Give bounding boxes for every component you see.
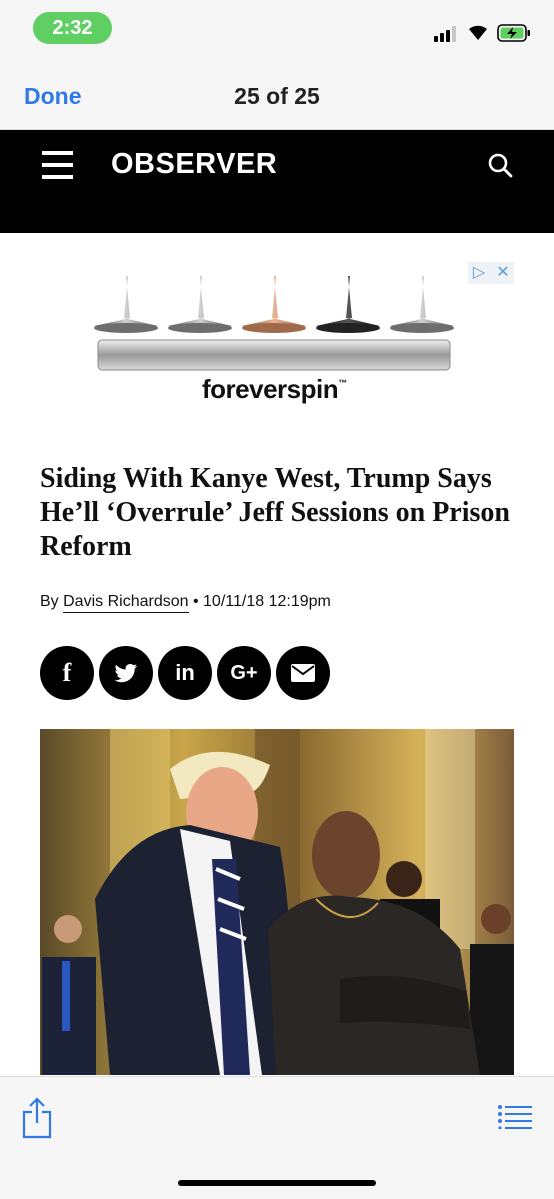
spinning-top-1: [94, 276, 158, 333]
home-indicator[interactable]: [178, 1180, 376, 1186]
page-counter: 25 of 25: [234, 83, 320, 109]
site-logo[interactable]: OBSERVER: [111, 148, 277, 181]
email-icon[interactable]: [276, 646, 330, 700]
site-header: OBSERVER: [0, 130, 554, 233]
ad-brand[interactable]: foreverspin™: [202, 374, 347, 405]
byline-separator: •: [192, 593, 199, 610]
twitter-icon[interactable]: [99, 646, 153, 700]
spinning-top-2: [168, 276, 232, 333]
article-byline: By Davis Richardson • 10/11/18 12:19pm: [40, 593, 331, 613]
facebook-icon[interactable]: f: [40, 646, 94, 700]
spinning-top-3: [242, 276, 306, 333]
google-plus-icon[interactable]: G+: [217, 646, 271, 700]
spinning-top-4: [316, 276, 380, 333]
bottom-toolbar: [0, 1076, 554, 1199]
search-icon[interactable]: [487, 152, 513, 178]
status-time[interactable]: 2:32: [33, 12, 112, 44]
article-photo[interactable]: [40, 729, 514, 1075]
ad-trademark: ™: [338, 378, 347, 388]
hamburger-icon[interactable]: [42, 151, 73, 179]
ad-brand-name: foreverspin: [202, 374, 339, 404]
list-icon[interactable]: [498, 1105, 532, 1129]
linkedin-icon[interactable]: in: [158, 646, 212, 700]
status-bar: 2:32: [0, 0, 554, 58]
byline-prefix: By: [40, 593, 59, 610]
spinning-top-5: [390, 276, 454, 333]
signal-icon: [434, 26, 460, 42]
viewer-nav-bar: Done 25 of 25: [0, 58, 554, 130]
article-headline: Siding With Kanye West, Trump Says He’ll…: [40, 463, 510, 562]
share-icon[interactable]: [22, 1097, 52, 1139]
author-link[interactable]: Davis Richardson: [63, 593, 189, 613]
article-datetime: 10/11/18 12:19pm: [203, 593, 331, 610]
wifi-icon: [469, 25, 487, 40]
battery-icon: [497, 24, 530, 42]
